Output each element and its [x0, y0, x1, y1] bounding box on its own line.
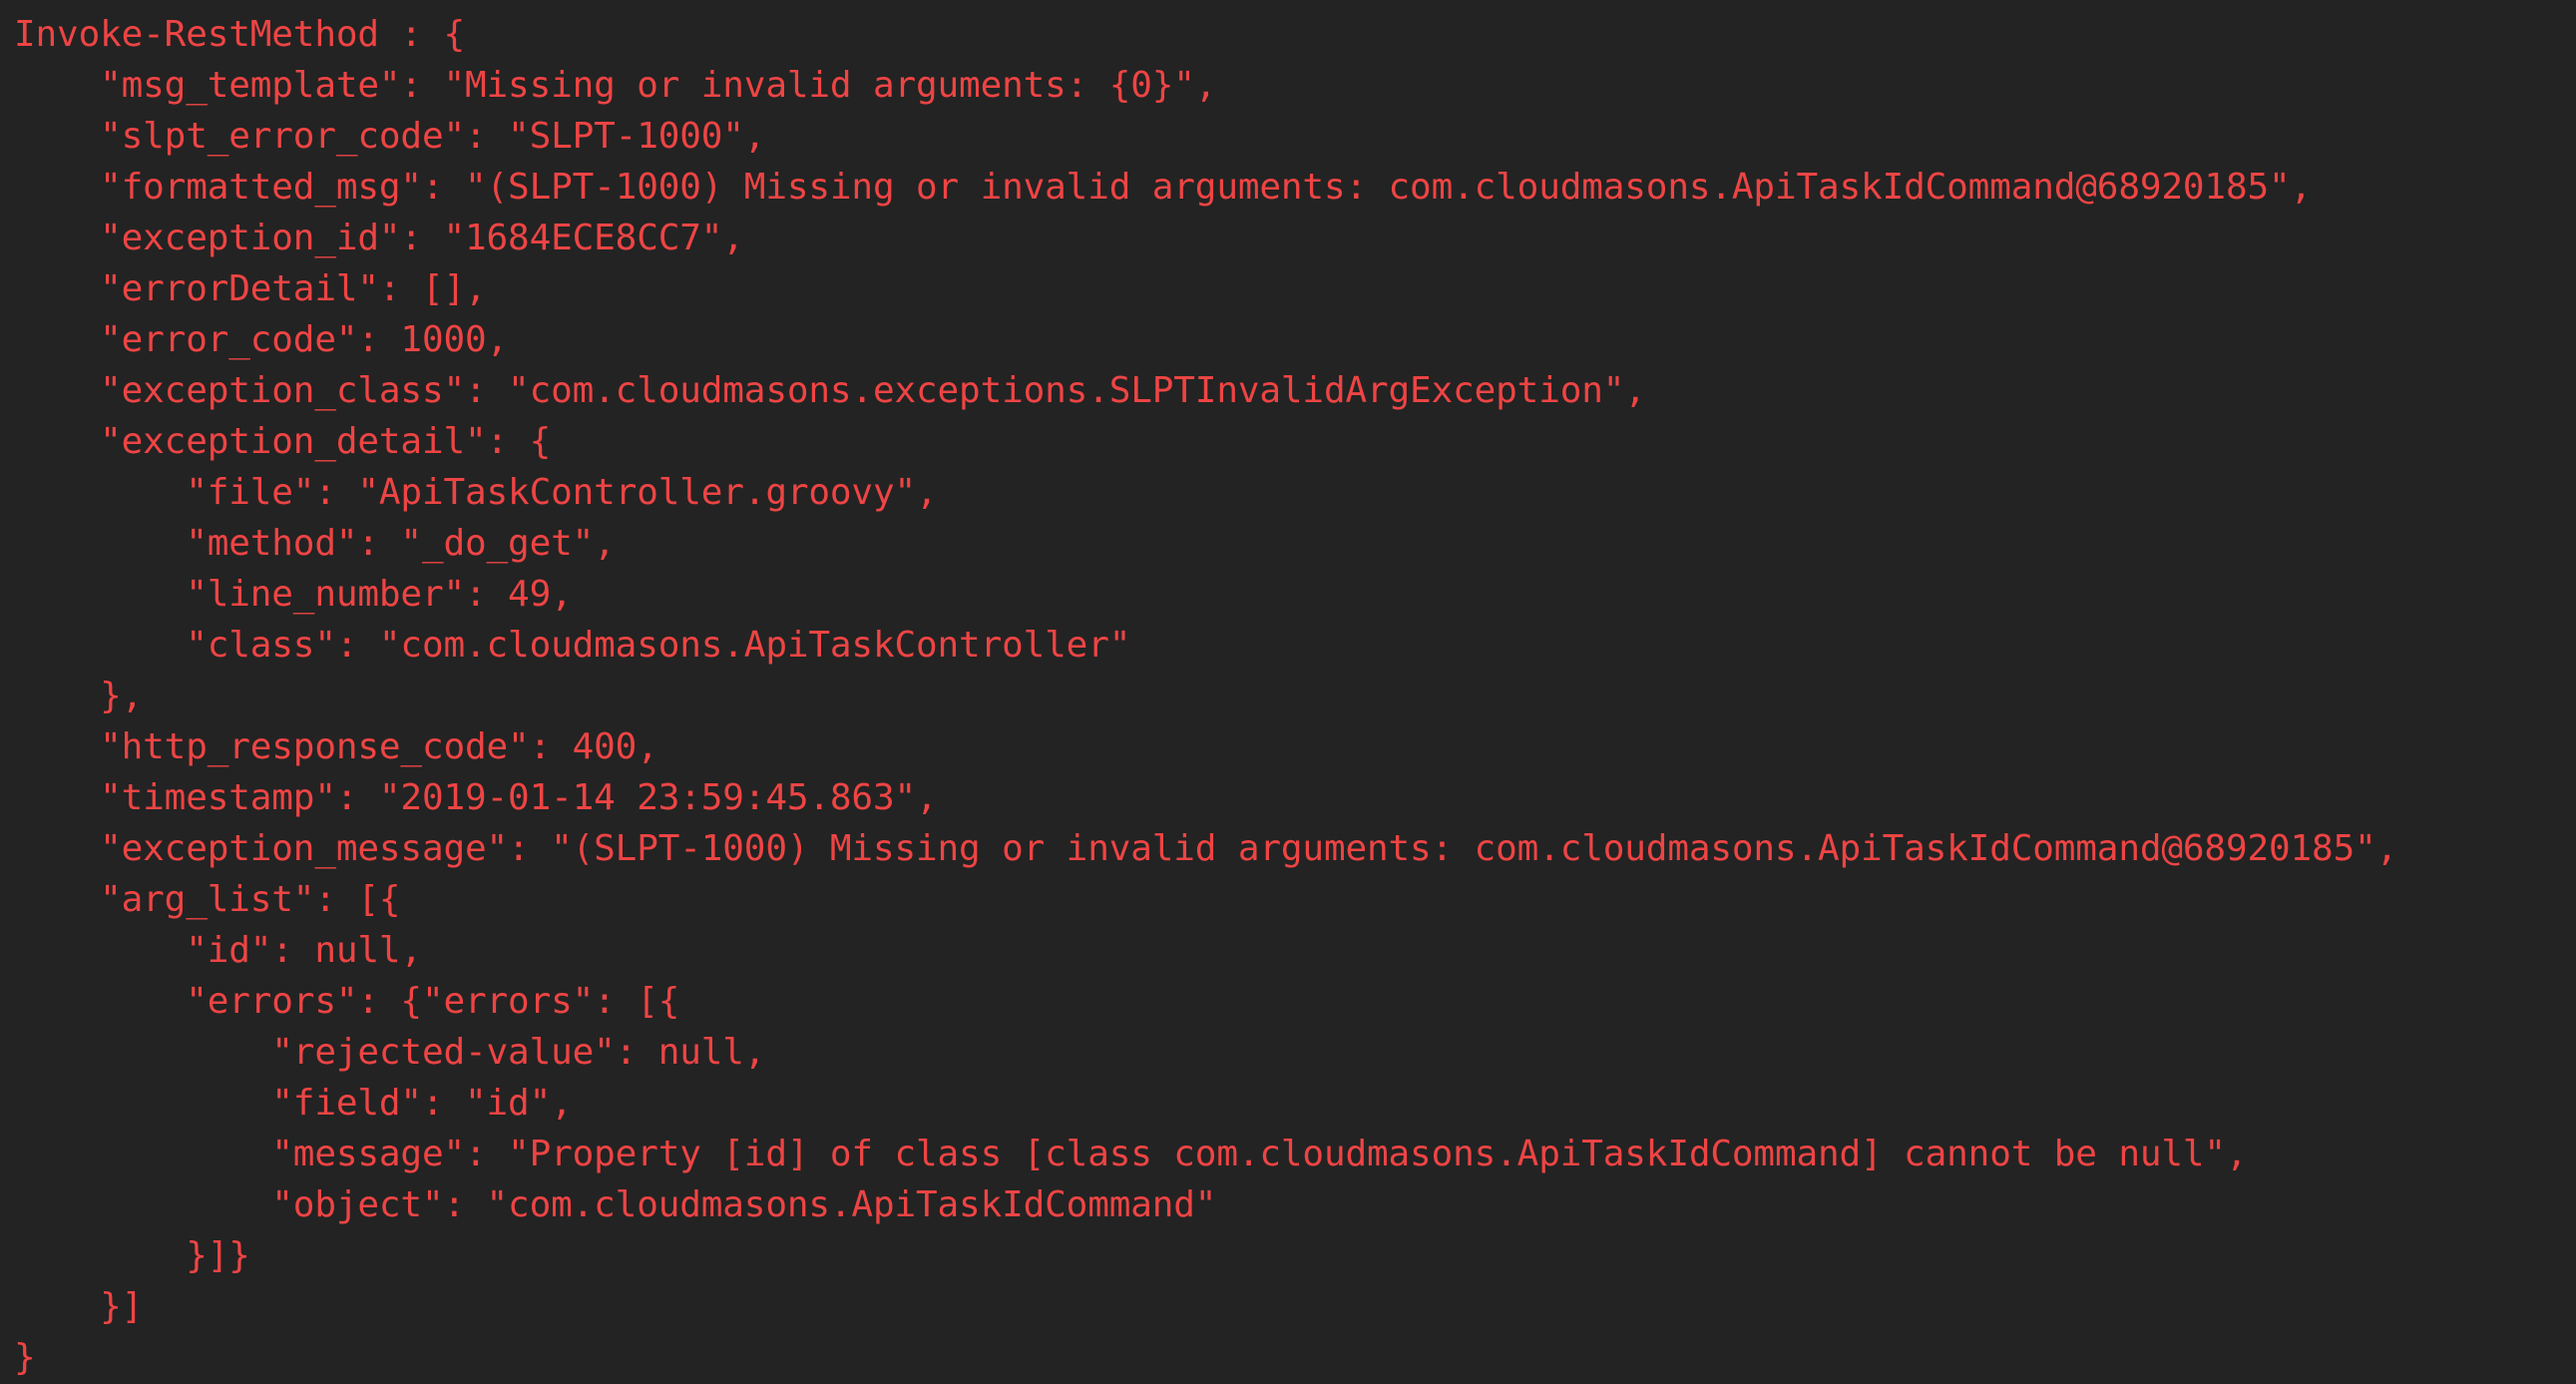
output-line: }]}	[14, 1235, 250, 1276]
output-line: "line_number": 49,	[14, 574, 573, 615]
output-line: "arg_list": [{	[14, 879, 401, 920]
output-line: "exception_detail": {	[14, 421, 552, 462]
output-line: "errorDetail": [],	[14, 268, 487, 309]
output-line: "slpt_error_code": "SLPT-1000",	[14, 116, 766, 157]
output-line: "id": null,	[14, 930, 422, 971]
output-line: "exception_message": "(SLPT-1000) Missin…	[14, 828, 2398, 869]
output-line: "method": "_do_get",	[14, 523, 616, 564]
output-line: "exception_id": "1684ECE8CC7",	[14, 218, 744, 258]
error-message-block: Invoke-RestMethod : { "msg_template": "M…	[0, 0, 2576, 1383]
output-line: "error_code": 1000,	[14, 319, 509, 360]
output-line: "errors": {"errors": [{	[14, 981, 680, 1022]
output-line: "exception_class": "com.cloudmasons.exce…	[14, 370, 1646, 411]
output-line: "http_response_code": 400,	[14, 726, 658, 767]
output-line: "file": "ApiTaskController.groovy",	[14, 472, 938, 513]
output-line: },	[14, 676, 144, 716]
output-line: }]	[14, 1286, 144, 1327]
output-line: Invoke-RestMethod : {	[14, 14, 466, 55]
output-line: "message": "Property [id] of class [clas…	[14, 1134, 2248, 1174]
output-line: "object": "com.cloudmasons.ApiTaskIdComm…	[14, 1184, 1217, 1225]
output-line: "class": "com.cloudmasons.ApiTaskControl…	[14, 625, 1131, 666]
output-line: "formatted_msg": "(SLPT-1000) Missing or…	[14, 167, 2313, 208]
output-line: "timestamp": "2019-01-14 23:59:45.863",	[14, 777, 938, 818]
output-line: "field": "id",	[14, 1083, 573, 1124]
output-line: }	[14, 1337, 36, 1378]
powershell-console-output: Invoke-RestMethod : { "msg_template": "M…	[0, 0, 2576, 1384]
output-line: "msg_template": "Missing or invalid argu…	[14, 65, 1217, 106]
output-line: "rejected-value": null,	[14, 1032, 766, 1073]
